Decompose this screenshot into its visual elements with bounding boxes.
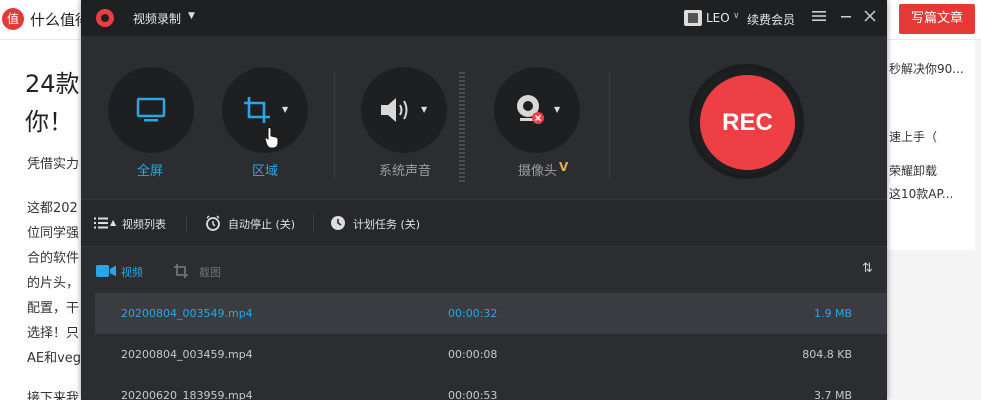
file-size: 804.8 KB (802, 348, 852, 361)
file-name: 20200804_003459.mp4 (121, 348, 253, 361)
sidebar-link[interactable]: 荣耀卸载 (889, 162, 937, 179)
table-row[interactable]: 20200620_183959.mp4 00:00:53 3.7 MB (95, 375, 887, 400)
table-row[interactable]: 20200804_003459.mp4 00:00:08 804.8 KB (95, 334, 887, 375)
cursor-hand-icon (264, 127, 279, 149)
renew-membership-link[interactable]: 续费会员 (747, 11, 795, 28)
chevron-down-icon[interactable]: ▼ (554, 105, 560, 114)
file-duration: 00:00:08 (448, 348, 498, 361)
audio-level-meter (459, 72, 465, 182)
site-logo[interactable]: 值 (2, 8, 24, 30)
auto-stop-button[interactable]: 自动停止 (关) (228, 216, 295, 232)
article-title-line: 你！ (25, 108, 73, 136)
article-text-line: 选择！只 (27, 326, 80, 341)
system-sound-button[interactable]: ▼ (361, 67, 447, 153)
divider (313, 214, 314, 232)
article-text-line: 合的软件 (27, 251, 80, 266)
chevron-down-icon[interactable]: ▼ (282, 105, 288, 114)
toolbar: ▲ 视频列表 自动停止 (关) 计划任务 (关) (81, 199, 887, 247)
crop-icon (174, 264, 188, 278)
file-duration: 00:00:32 (448, 307, 498, 320)
webcam-icon (517, 95, 544, 124)
chevron-down-icon[interactable]: ∨ (733, 11, 740, 21)
clock-icon (331, 216, 345, 230)
divider (334, 70, 335, 180)
user-name[interactable]: LEO (706, 11, 730, 25)
sidebar-link[interactable]: 这10款AP... (889, 185, 953, 202)
video-camera-icon (96, 265, 116, 277)
sort-icon[interactable]: ⇅ (862, 261, 873, 276)
table-row[interactable]: 20200804_003549.mp4 00:00:32 1.9 MB (95, 293, 887, 334)
fullscreen-button[interactable] (108, 67, 194, 153)
write-article-button[interactable]: 写篇文章 (899, 4, 975, 34)
fullscreen-label: 全屏 (137, 164, 164, 179)
region-label: 区域 (252, 164, 279, 179)
vip-badge: V (559, 160, 569, 174)
file-size: 3.7 MB (813, 389, 852, 400)
alarm-clock-icon (206, 215, 220, 231)
file-name: 20200804_003549.mp4 (121, 307, 253, 320)
divider (186, 214, 187, 232)
article-text-line: 这都202 (27, 201, 78, 216)
media-tabs: 视频 截图 ⇅ (81, 248, 887, 293)
tab-video[interactable]: 视频 (121, 264, 143, 280)
tab-screenshot[interactable]: 截图 (199, 264, 221, 280)
recorder-window: 视频录制 ▼ LEO ∨ 续费会员 全屏 ▼ 区域 ▼ 系统声音 ▼ 摄像头 V… (81, 0, 887, 400)
chevron-down-icon[interactable]: ▼ (421, 105, 427, 114)
file-duration: 00:00:53 (448, 389, 498, 400)
sidebar-link[interactable]: 秒解决你90... (889, 60, 964, 77)
webcam-label: 摄像头 (518, 164, 558, 179)
list-icon[interactable] (94, 217, 108, 229)
sidebar-link[interactable]: 速上手（ (889, 128, 937, 145)
article-text-line: 的片头， (27, 276, 80, 291)
rec-button[interactable]: REC (700, 75, 795, 170)
article-text-line: 位同学强 (27, 226, 80, 241)
file-name: 20200620_183959.mp4 (121, 389, 253, 400)
article-text-line: 接下来我 (27, 391, 80, 400)
divider (609, 70, 610, 180)
article-text-line: AE和veg (27, 351, 82, 366)
crop-icon (244, 97, 270, 123)
minimize-icon[interactable] (836, 8, 856, 28)
file-size: 1.9 MB (813, 307, 852, 320)
system-sound-label: 系统声音 (379, 164, 432, 179)
article-text-line: 配置，干 (27, 301, 80, 316)
article-title-line: 24款 (25, 70, 80, 98)
webcam-button[interactable]: ▼ (494, 67, 580, 153)
avatar[interactable] (684, 10, 702, 26)
app-logo-icon (96, 9, 114, 27)
chevron-up-icon[interactable]: ▲ (110, 218, 116, 227)
speaker-icon (381, 98, 408, 122)
mode-selector[interactable]: 视频录制 (133, 10, 181, 27)
video-list-button[interactable]: 视频列表 (122, 216, 166, 232)
scheduled-task-button[interactable]: 计划任务 (关) (353, 216, 420, 232)
article-body: 24款 你！ 凭借实力 这都202 位同学强 合的软件 的片头， 配置，干 选择… (0, 40, 90, 400)
region-button[interactable]: ▼ (222, 67, 308, 153)
chevron-down-icon[interactable]: ▼ (188, 11, 195, 21)
menu-icon[interactable] (809, 8, 829, 28)
title-bar: 视频录制 ▼ LEO ∨ 续费会员 (81, 0, 887, 36)
close-icon[interactable] (860, 8, 880, 28)
article-text-line: 凭借实力 (27, 157, 80, 172)
monitor-icon (136, 97, 166, 122)
